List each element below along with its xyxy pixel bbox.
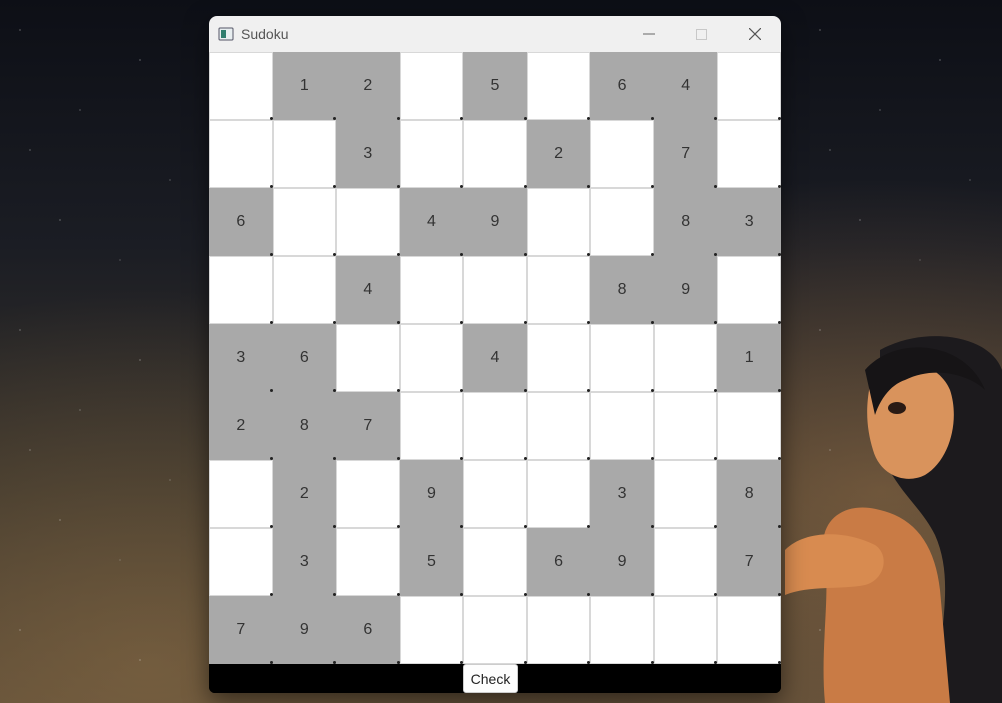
- sudoku-cell-empty[interactable]: [590, 392, 654, 460]
- sudoku-cell-empty[interactable]: [463, 392, 527, 460]
- sudoku-cell-empty[interactable]: [399, 52, 464, 120]
- sudoku-cell-empty[interactable]: [526, 392, 591, 460]
- window-title: Sudoku: [241, 26, 289, 42]
- close-button[interactable]: [728, 16, 781, 52]
- sudoku-cell-empty[interactable]: [526, 188, 591, 256]
- sudoku-cell-empty[interactable]: [336, 188, 400, 256]
- sudoku-cell-empty[interactable]: [399, 324, 464, 392]
- sudoku-cell-given: 8: [717, 460, 781, 528]
- sudoku-cell-empty[interactable]: [653, 460, 718, 528]
- sudoku-window: Sudoku 125643276498348936412872938356977…: [209, 16, 781, 693]
- sudoku-cell-given: 3: [717, 188, 781, 256]
- sudoku-cell-given: 7: [209, 596, 273, 664]
- sudoku-cell-empty[interactable]: [653, 528, 718, 596]
- sudoku-cell-empty[interactable]: [653, 596, 718, 664]
- sudoku-cell-empty[interactable]: [590, 188, 654, 256]
- sudoku-cell-empty[interactable]: [590, 120, 654, 188]
- sudoku-cell-empty[interactable]: [717, 596, 781, 664]
- sudoku-cell-empty[interactable]: [336, 528, 400, 596]
- sudoku-cell-empty[interactable]: [336, 324, 400, 392]
- sudoku-cell-empty[interactable]: [717, 52, 781, 120]
- title-bar: Sudoku: [209, 16, 781, 52]
- sudoku-cell-given: 6: [590, 52, 654, 120]
- sudoku-cell-empty[interactable]: [526, 324, 591, 392]
- minimize-button[interactable]: [622, 16, 675, 52]
- sudoku-cell-given: 4: [399, 188, 464, 256]
- sudoku-cell-empty[interactable]: [399, 392, 464, 460]
- sudoku-cell-given: 1: [272, 52, 337, 120]
- sudoku-cell-given: 9: [463, 188, 527, 256]
- sudoku-cell-given: 9: [399, 460, 464, 528]
- sudoku-cell-empty[interactable]: [209, 256, 273, 324]
- sudoku-cell-given: 6: [272, 324, 337, 392]
- sudoku-cell-given: 9: [653, 256, 718, 324]
- sudoku-cell-given: 3: [209, 324, 273, 392]
- sudoku-cell-empty[interactable]: [463, 120, 527, 188]
- sudoku-cell-given: 7: [717, 528, 781, 596]
- sudoku-cell-given: 8: [653, 188, 718, 256]
- sudoku-cell-given: 3: [590, 460, 654, 528]
- sudoku-cell-given: 9: [590, 528, 654, 596]
- wallpaper-girl-illustration: [785, 336, 1002, 703]
- sudoku-cell-empty[interactable]: [653, 324, 718, 392]
- sudoku-cell-empty[interactable]: [463, 460, 527, 528]
- footer-bar: Check: [209, 664, 781, 693]
- sudoku-cell-empty[interactable]: [526, 256, 591, 324]
- window-controls: [622, 16, 781, 52]
- sudoku-cell-empty[interactable]: [590, 324, 654, 392]
- sudoku-cell-given: 4: [653, 52, 718, 120]
- sudoku-cell-empty[interactable]: [526, 596, 591, 664]
- sudoku-cell-given: 7: [336, 392, 400, 460]
- sudoku-cell-given: 8: [590, 256, 654, 324]
- sudoku-cell-empty[interactable]: [336, 460, 400, 528]
- sudoku-cell-empty[interactable]: [209, 528, 273, 596]
- sudoku-cell-empty[interactable]: [399, 256, 464, 324]
- sudoku-cell-given: 6: [209, 188, 273, 256]
- sudoku-cell-empty[interactable]: [209, 460, 273, 528]
- sudoku-cell-empty[interactable]: [717, 256, 781, 324]
- sudoku-cell-given: 9: [272, 596, 337, 664]
- sudoku-cell-given: 2: [526, 120, 591, 188]
- sudoku-cell-empty[interactable]: [209, 120, 273, 188]
- sudoku-cell-given: 2: [209, 392, 273, 460]
- sudoku-cell-empty[interactable]: [653, 392, 718, 460]
- sudoku-cell-given: 3: [272, 528, 337, 596]
- sudoku-cell-given: 2: [272, 460, 337, 528]
- close-icon: [748, 28, 761, 40]
- sudoku-cell-empty[interactable]: [272, 256, 337, 324]
- sudoku-cell-empty[interactable]: [717, 392, 781, 460]
- check-button[interactable]: Check: [463, 664, 518, 693]
- sudoku-cell-empty[interactable]: [209, 52, 273, 120]
- sudoku-cell-given: 3: [336, 120, 400, 188]
- sudoku-cell-given: 5: [399, 528, 464, 596]
- sudoku-cell-given: 7: [653, 120, 718, 188]
- maximize-icon: [696, 28, 707, 40]
- sudoku-cell-given: 5: [463, 52, 527, 120]
- sudoku-cell-given: 6: [526, 528, 591, 596]
- sudoku-board: 12564327649834893641287293835697796: [209, 52, 781, 664]
- sudoku-cell-empty[interactable]: [399, 596, 464, 664]
- sudoku-cell-empty[interactable]: [590, 596, 654, 664]
- sudoku-cell-empty[interactable]: [526, 460, 591, 528]
- sudoku-cell-empty[interactable]: [399, 120, 464, 188]
- sudoku-cell-given: 8: [272, 392, 337, 460]
- sudoku-cell-empty[interactable]: [272, 188, 337, 256]
- sudoku-cell-empty[interactable]: [463, 596, 527, 664]
- sudoku-cell-empty[interactable]: [463, 256, 527, 324]
- sudoku-app-icon: [218, 27, 234, 41]
- sudoku-cell-given: 4: [336, 256, 400, 324]
- maximize-button[interactable]: [675, 16, 728, 52]
- minimize-icon: [642, 33, 655, 35]
- sudoku-cell-empty[interactable]: [272, 120, 337, 188]
- sudoku-cell-given: 1: [717, 324, 781, 392]
- sudoku-cell-empty[interactable]: [717, 120, 781, 188]
- sudoku-cell-given: 2: [336, 52, 400, 120]
- sudoku-cell-given: 4: [463, 324, 527, 392]
- sudoku-cell-empty[interactable]: [463, 528, 527, 596]
- sudoku-cell-given: 6: [336, 596, 400, 664]
- sudoku-cell-empty[interactable]: [526, 52, 591, 120]
